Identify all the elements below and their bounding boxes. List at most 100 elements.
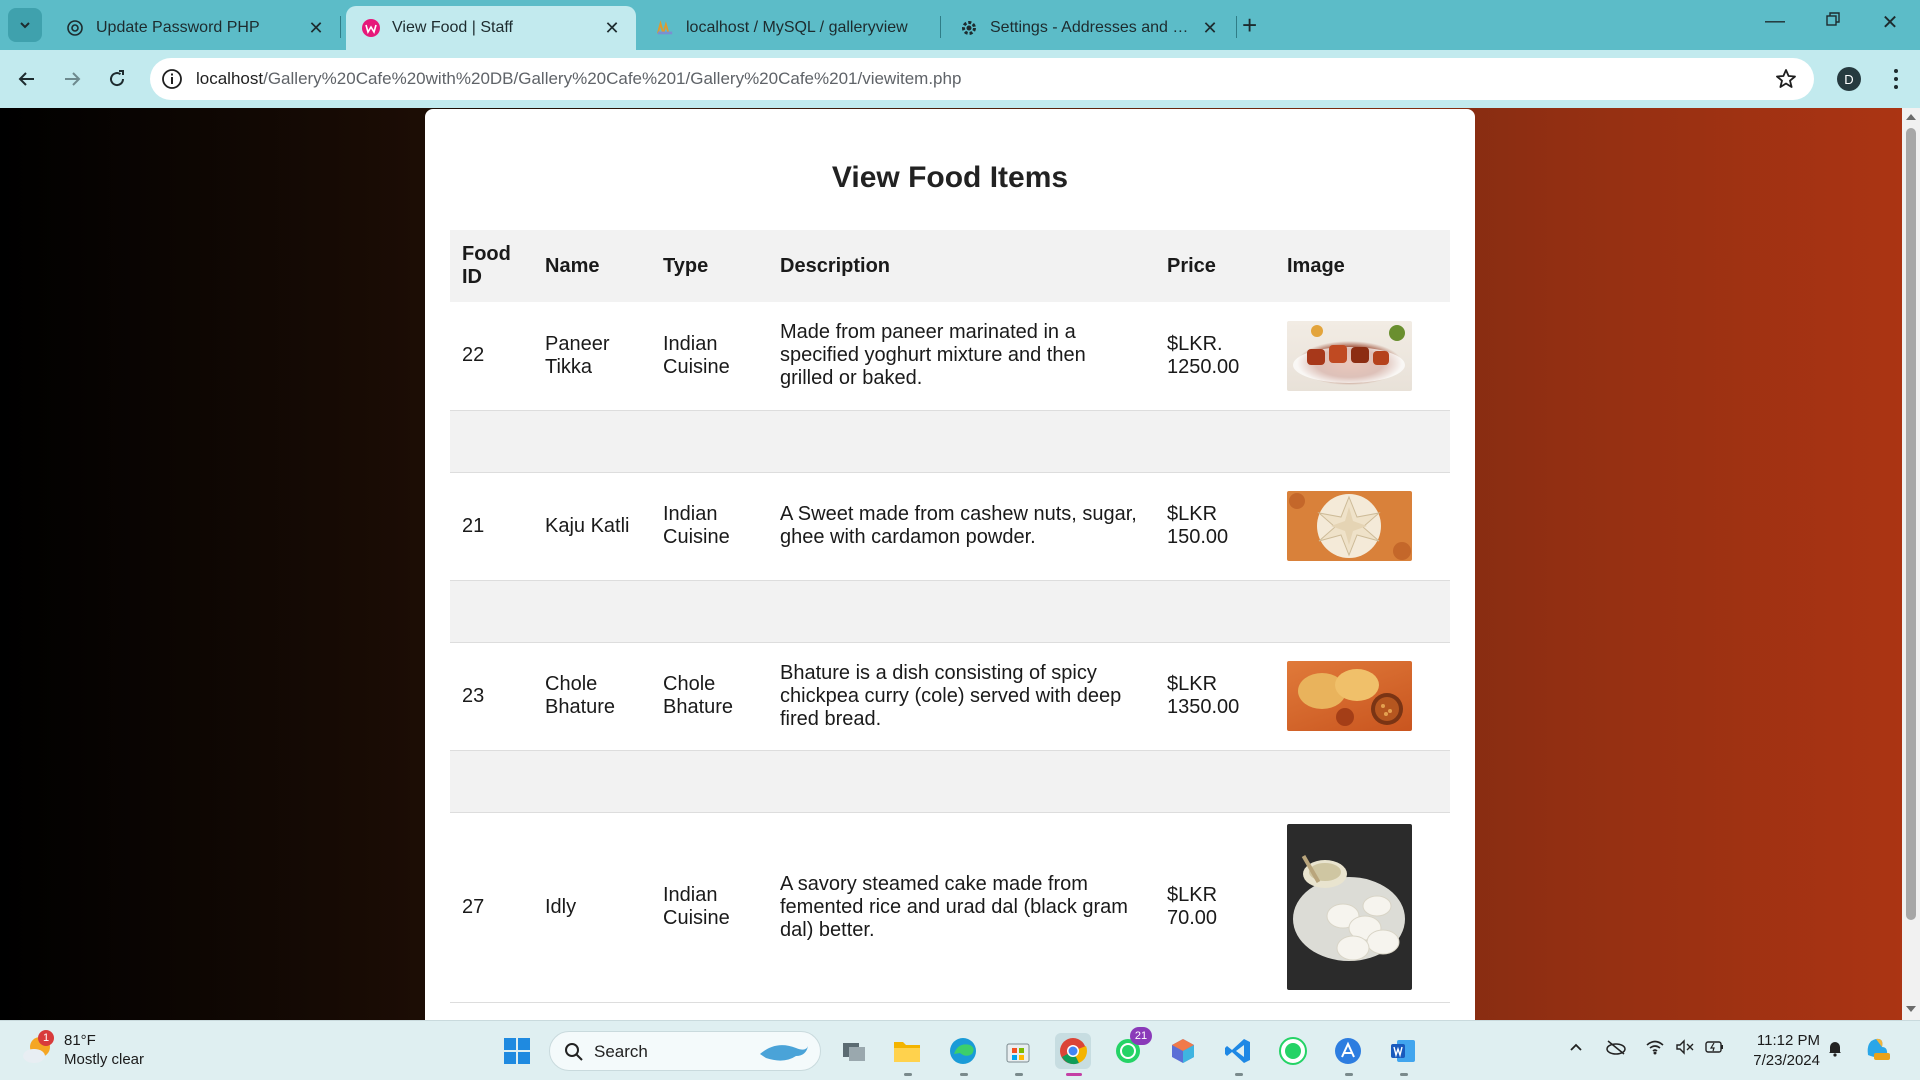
kaju-katli-photo [1287,491,1412,561]
tab-separator [1236,16,1237,38]
page-scrollbar[interactable] [1902,108,1920,1020]
chrome-icon[interactable] [1055,1033,1091,1069]
url-text: localhost/Gallery%20Cafe%20with%20DB/Gal… [196,69,961,89]
battery-icon[interactable] [1705,1039,1725,1060]
openai-icon [66,19,84,37]
browser-toolbar: localhost/Gallery%20Cafe%20with%20DB/Gal… [0,50,1920,108]
show-hidden-icons[interactable] [1568,1039,1584,1060]
cell-price: $LKR 1350.00 [1155,642,1275,751]
microsoft-store-icon[interactable] [1000,1033,1036,1069]
column-header-description: Description [768,230,1155,302]
weather-badge: 1 [38,1030,54,1046]
table-row: 27 Idly Indian Cuisine A savory steamed … [450,812,1450,1003]
search-icon [565,1043,583,1061]
task-view-icon[interactable] [836,1033,872,1069]
cell-image [1275,812,1450,1003]
tab-phpmyadmin[interactable]: localhost / MySQL / galleryview [640,6,940,50]
separator-cell [450,580,1275,643]
weather-temp: 81°F [64,1032,96,1049]
table-separator-row [450,410,1450,473]
running-indicator [1015,1073,1023,1076]
start-button[interactable] [499,1033,535,1069]
back-button[interactable] [11,63,43,95]
more-menu-icon[interactable] [1884,65,1908,93]
cell-food-id: 22 [450,302,533,411]
new-tab-button[interactable]: + [1242,12,1257,38]
separator-cell [450,410,1275,473]
whatsapp-badge: 21 [1130,1027,1152,1045]
tab-update-password[interactable]: Update Password PHP ✕ [50,6,340,50]
content-card: View Food Items Food ID Name Type Descri… [425,109,1475,1020]
cell-type: Indian Cuisine [651,812,768,1003]
url-host: localhost [196,69,264,88]
scroll-down-arrow-icon[interactable] [1906,1006,1916,1012]
onedrive-offline-icon[interactable] [1605,1039,1627,1060]
profile-avatar[interactable]: D [1837,67,1861,91]
search-highlight-dolphin-icon [760,1045,808,1061]
tab-title: Settings - Addresses and more [990,19,1192,36]
cell-name: Paneer Tikka [533,302,651,411]
table-separator-row [450,580,1450,643]
file-explorer-icon[interactable] [889,1033,925,1069]
volume-muted-icon[interactable] [1675,1039,1695,1060]
column-header-food-id: Food ID [450,230,533,302]
bookmark-star-icon[interactable] [1774,67,1798,91]
cell-food-id: 27 [450,812,533,1003]
column-header-name: Name [533,230,651,302]
cube-app-icon[interactable] [1165,1033,1201,1069]
tab-settings[interactable]: Settings - Addresses and more ✕ [944,6,1234,50]
paneer-tikka-photo [1287,320,1412,391]
clock-date: 7/23/2024 [1753,1052,1820,1069]
close-tab-icon[interactable]: ✕ [602,18,622,38]
vscode-icon[interactable] [1220,1033,1256,1069]
weather-widget[interactable]: 1 81°F Mostly clear [22,1030,144,1069]
wamp-icon [362,19,380,37]
tab-title: Update Password PHP [96,19,260,36]
cell-price: $LKR 70.00 [1155,812,1275,1003]
site-info-icon[interactable] [160,67,184,91]
forward-arrow-icon [65,72,81,86]
windows-logo-icon [504,1038,530,1064]
whatsapp-icon[interactable]: 21 [1110,1027,1152,1069]
close-window-icon[interactable]: ✕ [1870,10,1910,35]
running-indicator [960,1073,968,1076]
column-header-image: Image [1275,230,1450,302]
app-launcher-icon[interactable] [1330,1033,1366,1069]
separator-cell [1275,410,1450,473]
separator-cell [450,750,1275,813]
close-tab-icon[interactable]: ✕ [1200,18,1220,38]
edge-browser-icon[interactable] [945,1033,981,1069]
tab-search-button[interactable] [8,8,42,42]
taskbar-search-box[interactable]: Search [549,1031,821,1071]
cell-type: Indian Cuisine [651,302,768,411]
notification-bell-icon[interactable] [1826,1039,1844,1062]
wifi-icon[interactable] [1645,1039,1665,1060]
column-header-price: Price [1155,230,1275,302]
tab-view-food[interactable]: View Food | Staff ✕ [346,6,636,50]
scroll-up-arrow-icon[interactable] [1906,114,1916,120]
cell-name: Idly [533,812,651,1003]
column-header-type: Type [651,230,768,302]
restore-icon[interactable] [1813,10,1853,33]
copilot-icon[interactable] [1862,1033,1892,1068]
word-icon[interactable] [1385,1033,1421,1069]
scrollbar-thumb[interactable] [1906,128,1916,920]
address-bar[interactable]: localhost/Gallery%20Cafe%20with%20DB/Gal… [150,58,1814,100]
cell-food-id: 23 [450,642,533,751]
minimize-icon[interactable]: — [1755,10,1795,33]
reload-button[interactable] [101,63,133,95]
running-indicator [904,1073,912,1076]
gear-icon [960,19,978,37]
cell-name: Chole Bhature [533,642,651,751]
close-tab-icon[interactable]: ✕ [306,18,326,38]
cell-description: A Sweet made from cashew nuts, sugar, gh… [768,472,1155,581]
system-clock[interactable]: 11:12 PM 7/23/2024 [1730,1031,1820,1071]
table-row: 23 Chole Bhature Chole Bhature Bhature i… [450,642,1450,751]
tab-separator [940,16,941,38]
forward-button[interactable] [56,63,88,95]
whatsapp-desktop-icon[interactable] [1275,1033,1311,1069]
back-arrow-icon [18,72,34,86]
taskbar: 1 81°F Mostly clear Search 21 11:12 PM 7… [0,1020,1920,1080]
cell-price: $LKR 150.00 [1155,472,1275,581]
cell-image [1275,472,1450,581]
